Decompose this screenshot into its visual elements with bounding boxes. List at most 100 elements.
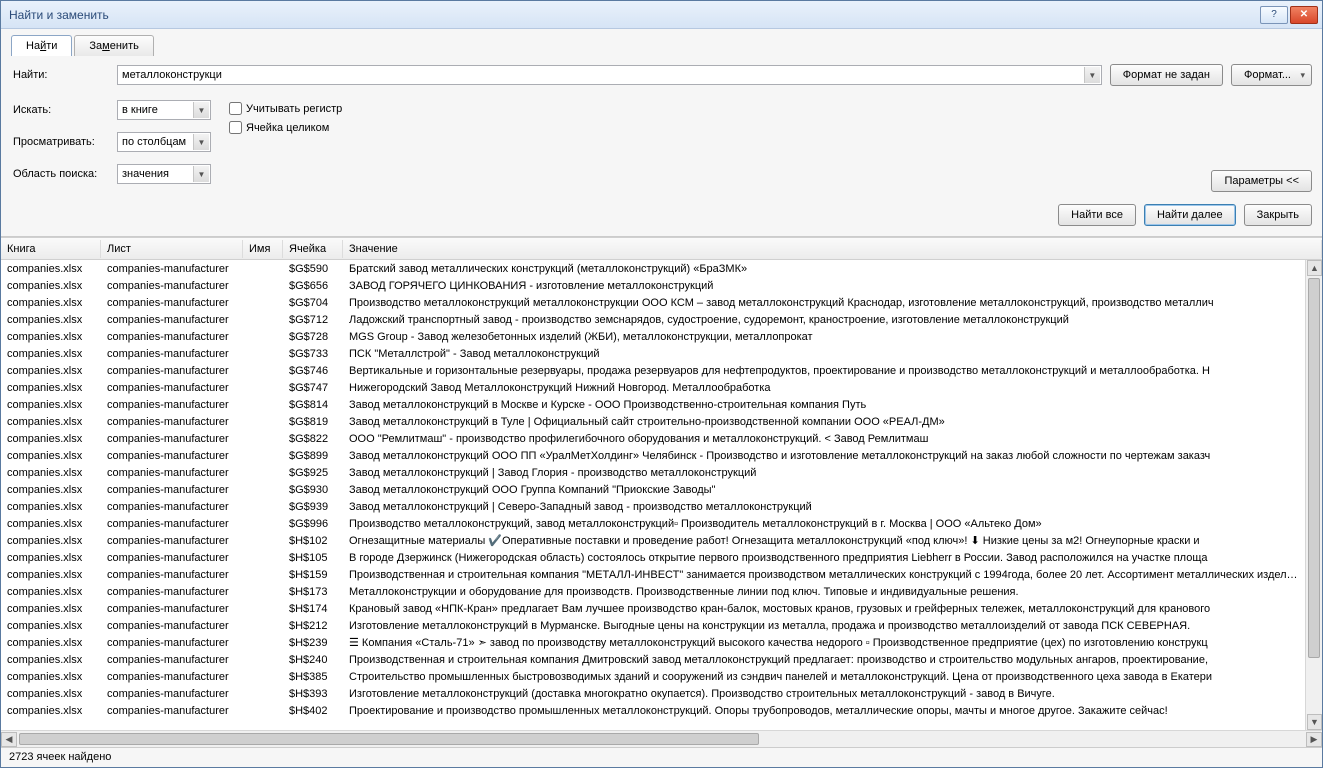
close-button[interactable]: Закрыть <box>1244 204 1312 226</box>
col-sheet[interactable]: Лист <box>101 240 243 258</box>
matchcase-input[interactable] <box>229 102 242 115</box>
chevron-down-icon[interactable]: ▼ <box>193 102 209 118</box>
findall-button[interactable]: Найти все <box>1058 204 1136 226</box>
scroll-right-icon[interactable]: ▶ <box>1306 732 1322 747</box>
table-row[interactable]: companies.xlsxcompanies-manufacturer$G$9… <box>1 464 1305 481</box>
table-row[interactable]: companies.xlsxcompanies-manufacturer$G$7… <box>1 379 1305 396</box>
results-body[interactable]: companies.xlsxcompanies-manufacturer$G$5… <box>1 260 1322 730</box>
cell-cell: $G$746 <box>283 364 343 378</box>
cell-book: companies.xlsx <box>1 585 101 599</box>
cell-name <box>243 693 283 695</box>
table-row[interactable]: companies.xlsxcompanies-manufacturer$G$5… <box>1 260 1305 277</box>
chevron-down-icon[interactable]: ▼ <box>1084 67 1100 83</box>
table-row[interactable]: companies.xlsxcompanies-manufacturer$H$2… <box>1 634 1305 651</box>
dialog-window: Найти и заменить ? ✕ Найти Заменить Найт… <box>0 0 1323 768</box>
scope-combo[interactable]: значения ▼ <box>117 164 211 184</box>
find-input[interactable]: металлоконструкци ▼ <box>117 65 1102 85</box>
col-name[interactable]: Имя <box>243 240 283 258</box>
format-button[interactable]: Формат... <box>1231 64 1312 86</box>
help-button[interactable]: ? <box>1260 6 1288 24</box>
cell-sheet: companies-manufacturer <box>101 687 243 701</box>
table-row[interactable]: companies.xlsxcompanies-manufacturer$H$3… <box>1 685 1305 702</box>
table-row[interactable]: companies.xlsxcompanies-manufacturer$G$7… <box>1 311 1305 328</box>
cell-sheet: companies-manufacturer <box>101 602 243 616</box>
scroll-thumb[interactable] <box>1308 278 1320 658</box>
cell-name <box>243 438 283 440</box>
table-row[interactable]: companies.xlsxcompanies-manufacturer$G$8… <box>1 430 1305 447</box>
cell-value: Металлоконструкции и оборудование для пр… <box>343 585 1305 599</box>
table-row[interactable]: companies.xlsxcompanies-manufacturer$G$7… <box>1 294 1305 311</box>
hscroll-thumb[interactable] <box>19 733 759 745</box>
table-row[interactable]: companies.xlsxcompanies-manufacturer$G$8… <box>1 396 1305 413</box>
table-row[interactable]: companies.xlsxcompanies-manufacturer$H$2… <box>1 651 1305 668</box>
browse-combo[interactable]: по столбцам ▼ <box>117 132 211 152</box>
table-row[interactable]: companies.xlsxcompanies-manufacturer$H$1… <box>1 583 1305 600</box>
col-cell[interactable]: Ячейка <box>283 240 343 258</box>
scroll-left-icon[interactable]: ◀ <box>1 732 17 747</box>
results-header[interactable]: Книга Лист Имя Ячейка Значение <box>1 238 1322 260</box>
findnext-button[interactable]: Найти далее <box>1144 204 1236 226</box>
cell-value: ПСК "Металлстрой" - Завод металлоконстру… <box>343 347 1305 361</box>
cell-sheet: companies-manufacturer <box>101 568 243 582</box>
wholecell-checkbox[interactable]: Ячейка целиком <box>229 121 342 134</box>
table-row[interactable]: companies.xlsxcompanies-manufacturer$H$2… <box>1 617 1305 634</box>
chevron-down-icon[interactable]: ▼ <box>193 166 209 182</box>
cell-value: Производство металлоконструкций, завод м… <box>343 517 1305 531</box>
table-row[interactable]: companies.xlsxcompanies-manufacturer$H$1… <box>1 532 1305 549</box>
cell-book: companies.xlsx <box>1 619 101 633</box>
options-button[interactable]: Параметры << <box>1211 170 1312 192</box>
table-row[interactable]: companies.xlsxcompanies-manufacturer$H$3… <box>1 668 1305 685</box>
table-row[interactable]: companies.xlsxcompanies-manufacturer$G$7… <box>1 362 1305 379</box>
tab-replace[interactable]: Заменить <box>74 35 153 56</box>
cell-name <box>243 540 283 542</box>
cell-cell: $H$159 <box>283 568 343 582</box>
cell-cell: $H$174 <box>283 602 343 616</box>
cell-cell: $G$814 <box>283 398 343 412</box>
table-row[interactable]: companies.xlsxcompanies-manufacturer$G$8… <box>1 447 1305 464</box>
table-row[interactable]: companies.xlsxcompanies-manufacturer$G$7… <box>1 345 1305 362</box>
scroll-down-icon[interactable]: ▼ <box>1307 714 1322 730</box>
table-row[interactable]: companies.xlsxcompanies-manufacturer$H$1… <box>1 600 1305 617</box>
scroll-up-icon[interactable]: ▲ <box>1307 260 1322 276</box>
col-value[interactable]: Значение <box>343 240 1322 258</box>
vertical-scrollbar[interactable]: ▲ ▼ <box>1305 260 1322 730</box>
chevron-down-icon[interactable]: ▼ <box>193 134 209 150</box>
cell-name <box>243 370 283 372</box>
searchin-combo[interactable]: в книге ▼ <box>117 100 211 120</box>
cell-name <box>243 676 283 678</box>
cell-value: ООО "Ремлитмаш" - производство профилеги… <box>343 432 1305 446</box>
cell-book: companies.xlsx <box>1 568 101 582</box>
col-book[interactable]: Книга <box>1 240 101 258</box>
table-row[interactable]: companies.xlsxcompanies-manufacturer$G$9… <box>1 498 1305 515</box>
tab-find[interactable]: Найти <box>11 35 72 56</box>
cell-cell: $H$385 <box>283 670 343 684</box>
close-window-button[interactable]: ✕ <box>1290 6 1318 24</box>
cell-book: companies.xlsx <box>1 449 101 463</box>
cell-sheet: companies-manufacturer <box>101 517 243 531</box>
matchcase-checkbox[interactable]: Учитывать регистр <box>229 102 342 115</box>
table-row[interactable]: companies.xlsxcompanies-manufacturer$G$6… <box>1 277 1305 294</box>
cell-cell: $G$747 <box>283 381 343 395</box>
horizontal-scrollbar[interactable]: ◀ ▶ <box>1 730 1322 747</box>
titlebar[interactable]: Найти и заменить ? ✕ <box>1 1 1322 29</box>
cell-name <box>243 591 283 593</box>
cell-name <box>243 319 283 321</box>
cell-value: Завод металлоконструкций ООО Группа Комп… <box>343 483 1305 497</box>
cell-cell: $H$105 <box>283 551 343 565</box>
table-row[interactable]: companies.xlsxcompanies-manufacturer$H$1… <box>1 549 1305 566</box>
scope-label: Область поиска: <box>11 168 109 180</box>
status-bar: 2723 ячеек найдено <box>1 747 1322 767</box>
table-row[interactable]: companies.xlsxcompanies-manufacturer$G$7… <box>1 328 1305 345</box>
table-row[interactable]: companies.xlsxcompanies-manufacturer$G$8… <box>1 413 1305 430</box>
cell-value: ☰ Компания «Сталь-71» ➣ завод по произво… <box>343 635 1305 650</box>
cell-cell: $G$930 <box>283 483 343 497</box>
cell-sheet: companies-manufacturer <box>101 670 243 684</box>
table-row[interactable]: companies.xlsxcompanies-manufacturer$G$9… <box>1 515 1305 532</box>
table-row[interactable]: companies.xlsxcompanies-manufacturer$G$9… <box>1 481 1305 498</box>
table-row[interactable]: companies.xlsxcompanies-manufacturer $H$1… <box>1 566 1305 583</box>
table-row[interactable]: companies.xlsxcompanies-manufacturer$H$4… <box>1 702 1305 719</box>
cell-book: companies.xlsx <box>1 262 101 276</box>
cell-sheet: companies-manufacturer <box>101 432 243 446</box>
wholecell-input[interactable] <box>229 121 242 134</box>
format-status: Формат не задан <box>1110 64 1223 86</box>
